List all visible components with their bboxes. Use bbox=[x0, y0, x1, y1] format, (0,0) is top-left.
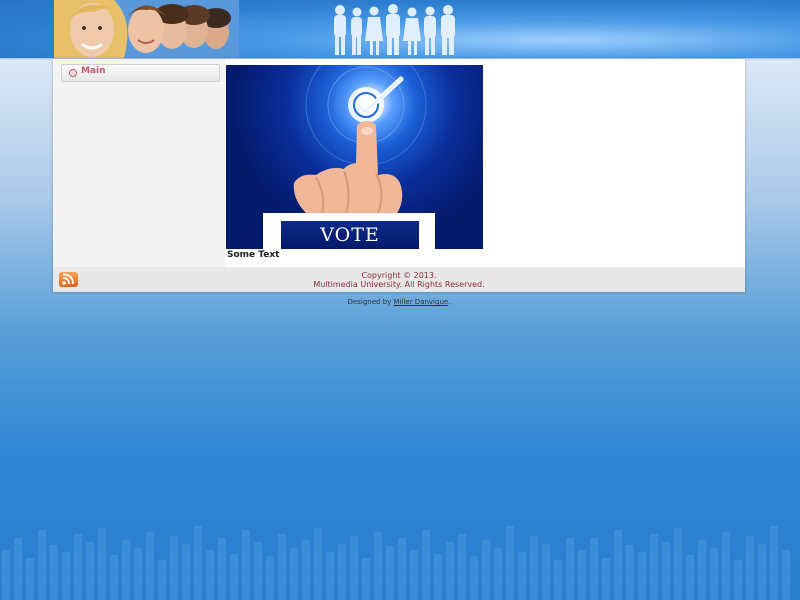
content-area: VOTE Some Text bbox=[225, 59, 745, 267]
people-silhouettes-logo bbox=[330, 3, 470, 57]
decorative-bar bbox=[626, 545, 634, 600]
copyright-line-1: Copyright © 2013. bbox=[361, 271, 437, 280]
decorative-bar bbox=[194, 526, 202, 600]
bottom-decoration bbox=[0, 520, 800, 600]
decorative-bar bbox=[566, 538, 574, 600]
decorative-bar bbox=[734, 560, 742, 600]
decorative-bar bbox=[182, 544, 190, 600]
decorative-bar bbox=[470, 556, 478, 600]
decorative-bar bbox=[578, 550, 586, 600]
decorative-bar bbox=[242, 530, 250, 600]
decorative-bar bbox=[14, 538, 22, 600]
decorative-bar bbox=[494, 548, 502, 600]
decorative-bar bbox=[362, 558, 370, 600]
designer-credit: Designed by Miller Danvique. bbox=[53, 298, 745, 306]
decorative-bar bbox=[122, 540, 130, 600]
decorative-bar bbox=[482, 540, 490, 600]
decorative-bar bbox=[290, 548, 298, 600]
header-people-photo bbox=[54, 0, 239, 58]
decorative-bar bbox=[134, 548, 142, 600]
decorative-bar bbox=[74, 534, 82, 600]
decorative-bar bbox=[410, 550, 418, 600]
decorative-bar bbox=[722, 532, 730, 600]
decorative-bar bbox=[770, 526, 778, 600]
decorative-bar bbox=[206, 550, 214, 600]
decorative-bar bbox=[62, 552, 70, 600]
decorative-bar bbox=[386, 546, 394, 600]
decorative-bar bbox=[86, 542, 94, 600]
decorative-bar bbox=[398, 538, 406, 600]
decorative-bar bbox=[710, 548, 718, 600]
decorative-bar bbox=[266, 556, 274, 600]
decorative-bar bbox=[782, 550, 790, 600]
decorative-bar bbox=[638, 552, 646, 600]
decorative-bar bbox=[170, 536, 178, 600]
decorative-bar bbox=[278, 534, 286, 600]
sidebar-item-label: Main bbox=[81, 66, 106, 76]
decorative-bar bbox=[674, 528, 682, 600]
bullet-icon bbox=[69, 69, 77, 77]
decorative-bar bbox=[326, 552, 334, 600]
decorative-bar bbox=[230, 554, 238, 600]
decorative-bar bbox=[542, 544, 550, 600]
decorative-bar bbox=[518, 552, 526, 600]
vote-image: VOTE bbox=[226, 65, 483, 249]
decorative-bar bbox=[338, 544, 346, 600]
decorative-bar bbox=[530, 536, 538, 600]
decorative-bar bbox=[662, 542, 670, 600]
decorative-bar bbox=[50, 545, 58, 600]
credit-suffix: . bbox=[448, 298, 451, 306]
decorative-bar bbox=[686, 555, 694, 600]
decorative-bar bbox=[506, 526, 514, 600]
decorative-bar bbox=[146, 532, 154, 600]
vote-sign-text: VOTE bbox=[281, 221, 419, 249]
decorative-bar bbox=[698, 540, 706, 600]
decorative-bar bbox=[158, 560, 166, 600]
designer-link[interactable]: Miller Danvique bbox=[394, 298, 449, 306]
footer: Copyright © 2013. Multimedia University.… bbox=[53, 267, 745, 292]
decorative-bar bbox=[302, 540, 310, 600]
credit-prefix: Designed by bbox=[347, 298, 394, 306]
decorative-bar bbox=[422, 530, 430, 600]
silhouettes-icon bbox=[334, 4, 455, 55]
equalizer-bars-decoration bbox=[2, 526, 790, 600]
decorative-bar bbox=[374, 532, 382, 600]
decorative-bar bbox=[458, 534, 466, 600]
decorative-bar bbox=[614, 530, 622, 600]
decorative-bar bbox=[2, 550, 10, 600]
decorative-bar bbox=[254, 542, 262, 600]
sidebar-item-main[interactable]: Main bbox=[61, 64, 220, 82]
decorative-bar bbox=[98, 528, 106, 600]
copyright-line-2: Multimedia University. All Rights Reserv… bbox=[313, 280, 485, 289]
decorative-bar bbox=[758, 544, 766, 600]
vote-sign: VOTE bbox=[263, 213, 435, 249]
decorative-bar bbox=[602, 558, 610, 600]
decorative-bar bbox=[218, 538, 226, 600]
decorative-bar bbox=[554, 560, 562, 600]
decorative-bar bbox=[26, 558, 34, 600]
decorative-bar bbox=[314, 528, 322, 600]
decorative-bar bbox=[434, 554, 442, 600]
image-caption: Some Text bbox=[227, 250, 280, 260]
people-photo-image bbox=[54, 0, 239, 58]
main-container: Main VOTE Some Text Copyright © 2013. Mu… bbox=[53, 59, 745, 292]
header-banner bbox=[0, 0, 800, 58]
decorative-bar bbox=[746, 536, 754, 600]
copyright-text: Copyright © 2013. Multimedia University.… bbox=[53, 271, 745, 289]
decorative-bar bbox=[110, 555, 118, 600]
decorative-bar bbox=[350, 536, 358, 600]
decorative-bar bbox=[590, 538, 598, 600]
decorative-bar bbox=[446, 542, 454, 600]
sidebar: Main bbox=[53, 59, 225, 267]
decorative-bar bbox=[650, 534, 658, 600]
decorative-bar bbox=[38, 530, 46, 600]
